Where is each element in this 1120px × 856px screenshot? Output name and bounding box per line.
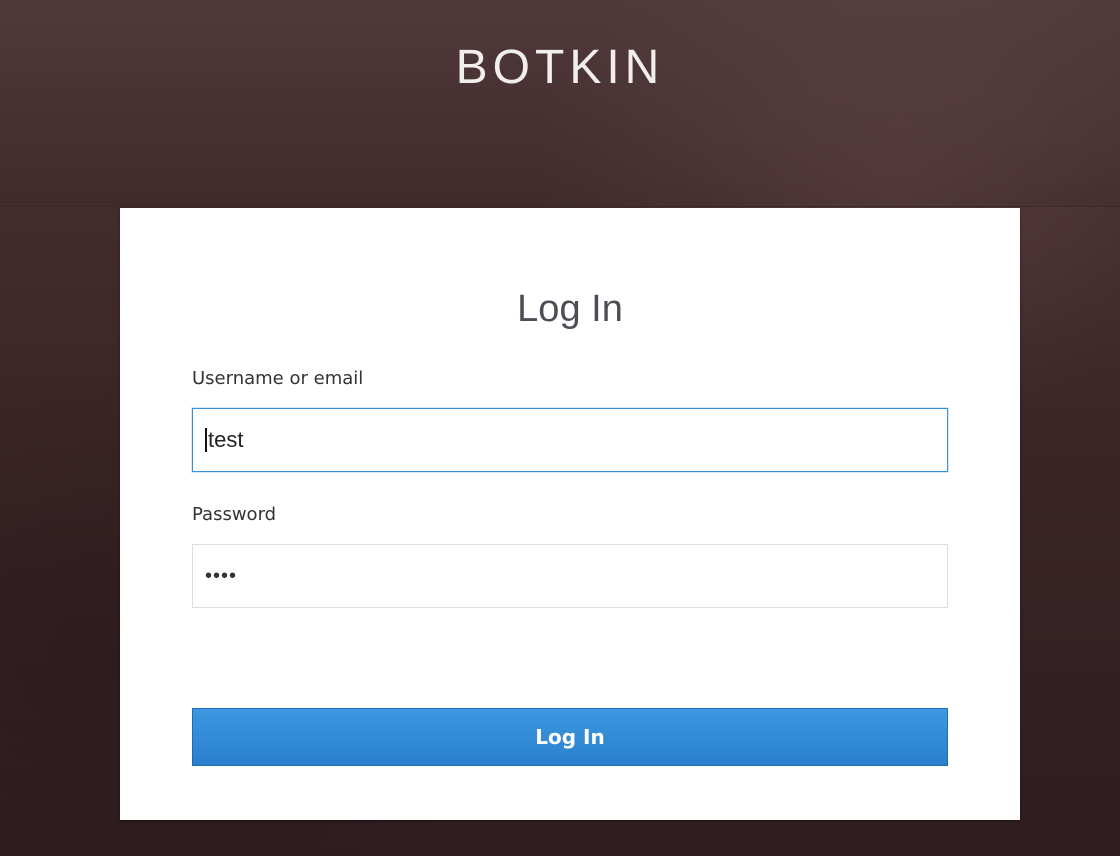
password-input[interactable]: •••• [192, 544, 948, 608]
username-input[interactable]: test [192, 408, 948, 472]
login-card: Log In Username or email test Password •… [120, 208, 1020, 820]
username-label: Username or email [192, 368, 364, 389]
text-caret [205, 428, 207, 452]
password-value: •••• [205, 564, 238, 587]
header-band [0, 0, 1120, 207]
login-button[interactable]: Log In [192, 708, 948, 766]
password-label: Password [192, 504, 277, 525]
brand-logo-text: BOTKIN [455, 41, 665, 94]
login-title: Log In [517, 288, 623, 330]
username-value: test [208, 427, 244, 452]
